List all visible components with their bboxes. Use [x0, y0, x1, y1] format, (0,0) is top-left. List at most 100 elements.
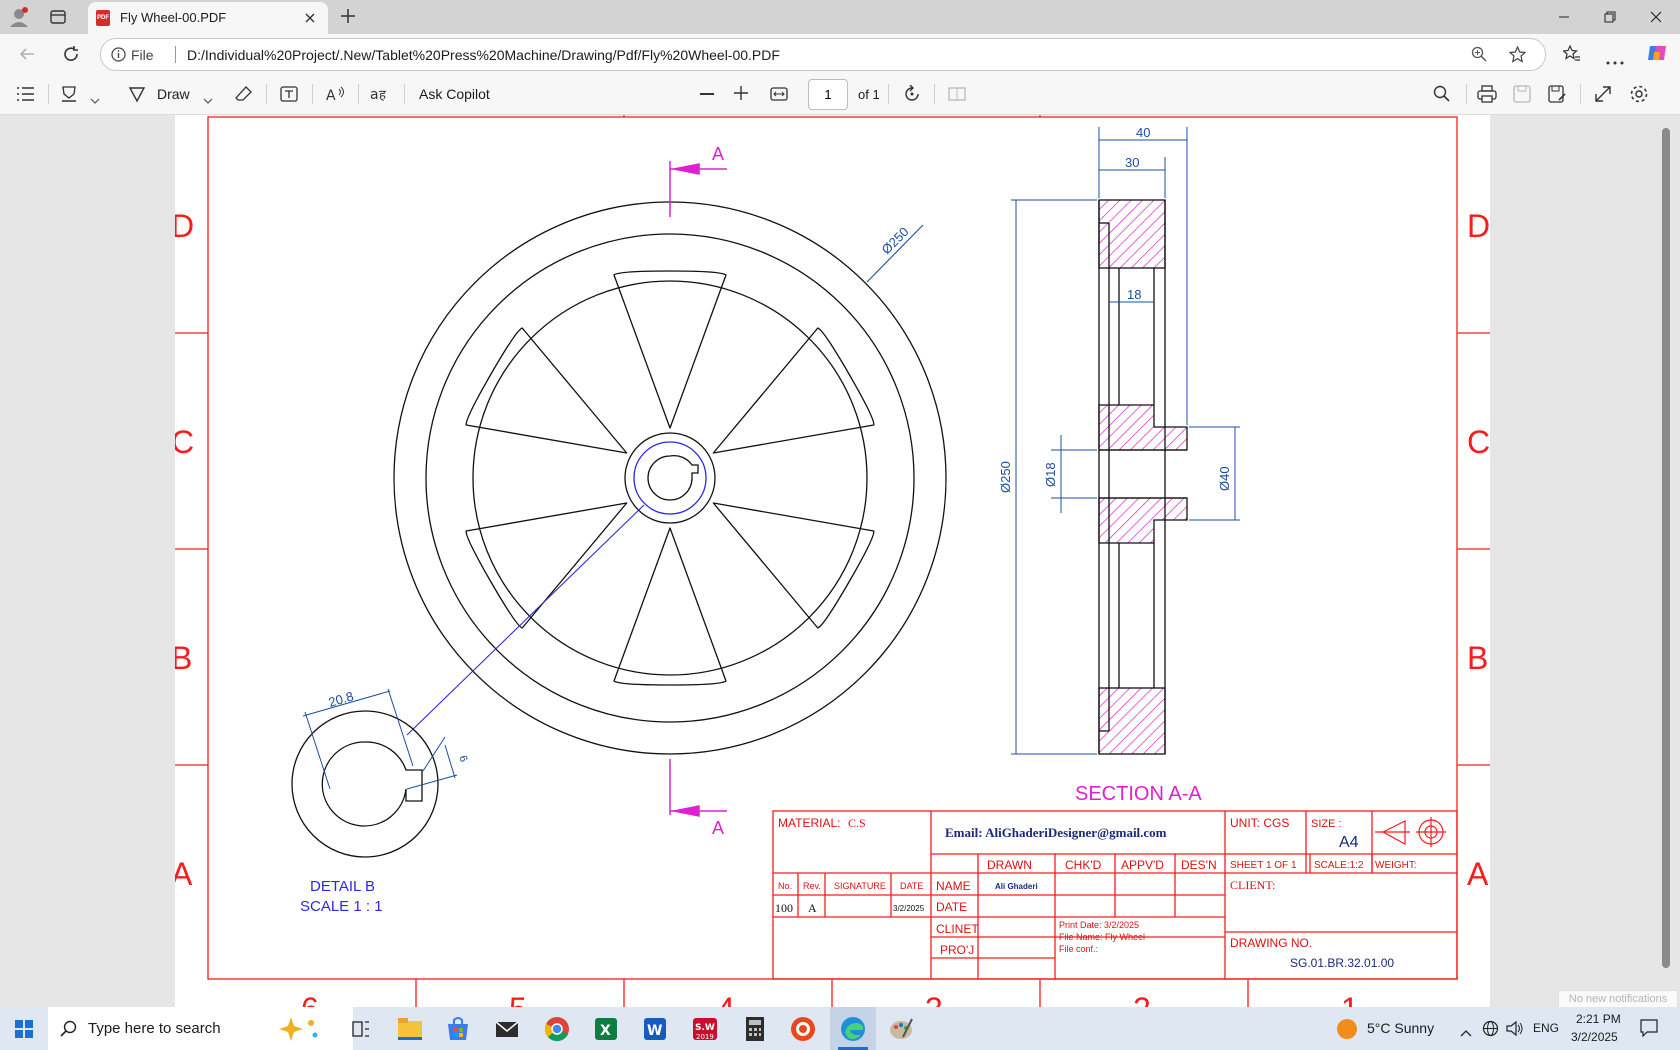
sheet-label: SHEET 1 OF 1	[1230, 860, 1297, 871]
edge-browser-icon[interactable]	[839, 1015, 867, 1043]
save-as-icon[interactable]	[1548, 85, 1566, 103]
revision-letter-value: A	[808, 901, 817, 915]
dimension-width-30: 30	[1125, 155, 1139, 170]
dimension-web-18: 18	[1127, 287, 1141, 302]
new-tab-icon[interactable]	[340, 8, 356, 24]
draw-pen-icon[interactable]	[128, 85, 146, 103]
chevron-down-icon[interactable]	[203, 91, 213, 104]
recorder-icon[interactable]	[789, 1015, 817, 1043]
file-explorer-icon[interactable]	[396, 1015, 424, 1043]
windows-start-icon[interactable]	[15, 1020, 33, 1038]
section-a-a-view	[1098, 199, 1188, 755]
info-icon[interactable]	[111, 47, 126, 62]
zoom-out-icon[interactable]	[700, 93, 714, 95]
word-icon[interactable]: W	[641, 1015, 669, 1043]
rotate-icon[interactable]	[903, 84, 921, 103]
tab-bar: PDF Fly Wheel-00.PDF	[0, 0, 1680, 34]
more-menu-icon[interactable]	[1606, 52, 1624, 65]
save-icon[interactable]	[1513, 85, 1531, 103]
back-icon[interactable]	[18, 45, 36, 63]
pdf-viewer[interactable]: D D C C B B A A 6 5 4 3 2 1	[0, 115, 1680, 1007]
zone-letter-left-c: C	[175, 424, 194, 460]
col-signature-header: SIGNATURE	[834, 881, 886, 891]
favorite-star-icon[interactable]	[1508, 45, 1527, 63]
tab-title: Fly Wheel-00.PDF	[120, 10, 227, 25]
calculator-icon[interactable]	[741, 1015, 769, 1043]
tray-chevron-up-icon[interactable]	[1460, 1024, 1472, 1037]
fit-page-icon[interactable]	[770, 86, 788, 102]
highlight-icon[interactable]	[60, 85, 78, 103]
address-bar: File D:/Individual%20Project/.New/Tablet…	[0, 34, 1680, 74]
solidworks-icon[interactable]: S.W 2019	[691, 1015, 719, 1043]
minimize-button[interactable]	[1541, 0, 1587, 34]
url-omnibox[interactable]: File D:/Individual%20Project/.New/Tablet…	[100, 38, 1546, 71]
svg-text:ह: ह	[379, 88, 387, 103]
chevron-down-icon[interactable]	[90, 91, 100, 104]
weather-text[interactable]: 5°C Sunny	[1367, 1020, 1434, 1036]
close-window-button[interactable]	[1633, 0, 1679, 34]
url-divider	[175, 46, 176, 63]
dimension-hub-40: Ø40	[1217, 466, 1232, 491]
design-header: DES'N	[1181, 858, 1217, 872]
eraser-icon[interactable]	[235, 85, 253, 103]
page-view-icon[interactable]	[948, 86, 966, 102]
text-box-icon[interactable]	[280, 85, 298, 103]
zone-letter-right-a: A	[1467, 856, 1489, 892]
projection-symbol-icon	[1375, 817, 1446, 847]
name-row-label: NAME	[936, 879, 971, 893]
drawing-no-label: DRAWING NO.	[1230, 936, 1312, 950]
clock-date[interactable]: 3/2/2025	[1571, 1030, 1618, 1044]
weight-label: WEIGHT:	[1375, 860, 1417, 871]
refresh-icon[interactable]	[62, 45, 80, 63]
zone-letter-right-b: B	[1467, 640, 1488, 676]
url-text[interactable]: D:/Individual%20Project/.New/Tablet%20Pr…	[187, 47, 780, 63]
chrome-icon[interactable]	[543, 1015, 571, 1043]
paint-icon[interactable]	[887, 1015, 915, 1043]
favorites-icon[interactable]	[1562, 44, 1581, 63]
language-indicator[interactable]: ENG	[1533, 1021, 1559, 1035]
search-placeholder: Type here to search	[88, 1020, 221, 1037]
translate-icon[interactable]: aह	[370, 84, 392, 104]
tab-active[interactable]: PDF Fly Wheel-00.PDF	[88, 2, 328, 34]
contents-icon[interactable]	[17, 87, 35, 101]
restore-button[interactable]	[1587, 0, 1633, 34]
copilot-icon[interactable]	[1646, 42, 1668, 64]
zoom-in-icon[interactable]	[734, 86, 748, 100]
fullscreen-icon[interactable]	[1594, 85, 1612, 103]
close-tab-icon[interactable]	[303, 11, 317, 25]
detail-b-view	[291, 710, 439, 858]
tab-actions-icon[interactable]	[50, 9, 66, 25]
profile-icon[interactable]	[8, 6, 30, 28]
revision-no-value: 100	[775, 901, 793, 915]
toolbar-separator	[1466, 84, 1467, 104]
draw-button[interactable]: Draw	[157, 86, 190, 102]
print-icon[interactable]	[1477, 85, 1497, 103]
toolbar-separator	[312, 84, 313, 104]
store-icon[interactable]	[444, 1015, 472, 1043]
zone-letter-right-d: D	[1467, 208, 1490, 244]
project-row-label: PRO'J	[940, 943, 974, 957]
volume-icon[interactable]	[1506, 1020, 1524, 1037]
vertical-scrollbar[interactable]	[1662, 128, 1670, 968]
task-view-icon[interactable]	[352, 1020, 370, 1038]
dimension-detail-20-8: 20.8	[327, 688, 355, 709]
settings-gear-icon[interactable]	[1629, 84, 1649, 104]
network-globe-icon[interactable]	[1482, 1020, 1499, 1037]
notification-center-icon[interactable]	[1640, 1019, 1658, 1038]
page-number-input[interactable]: 1	[808, 79, 848, 110]
taskbar-search-box[interactable]: Type here to search	[48, 1007, 353, 1050]
ask-copilot-button[interactable]: Ask Copilot	[419, 86, 490, 102]
zone-letter-left-d: D	[175, 208, 194, 244]
find-icon[interactable]	[1433, 85, 1451, 103]
excel-icon[interactable]: X	[592, 1015, 620, 1043]
zoom-icon[interactable]	[1471, 46, 1487, 62]
col-rev-header: Rev.	[803, 881, 821, 891]
clock-time[interactable]: 2:21 PM	[1576, 1012, 1621, 1026]
read-aloud-icon[interactable]: A	[326, 85, 346, 104]
dimension-detail-6: 6	[456, 754, 469, 764]
pdf-file-icon: PDF	[96, 10, 110, 26]
section-marker-top: A	[712, 144, 724, 164]
section-marker-bottom: A	[712, 818, 724, 838]
weather-sun-icon[interactable]	[1337, 1019, 1357, 1039]
mail-icon[interactable]	[493, 1015, 521, 1043]
